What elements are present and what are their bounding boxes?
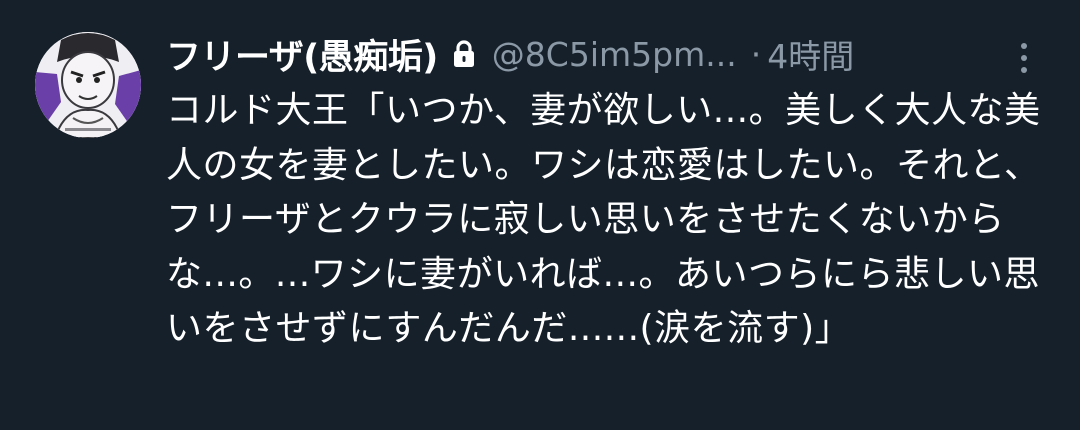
tweet[interactable]: フリーザ(愚痴垢) @8C5im5pm... · 4時間 コルド大王「いつか、妻… — [0, 0, 1080, 430]
more-vertical-icon[interactable] — [1014, 40, 1034, 76]
display-name[interactable]: フリーザ(愚痴垢) — [166, 29, 438, 80]
avatar[interactable] — [35, 32, 141, 138]
lock-icon — [452, 39, 476, 69]
user-handle[interactable]: @8C5im5pm... — [492, 35, 737, 74]
tweet-text: コルド大王「いつか、妻が欲しい...。美しく大人な美人の女を妻としたい。ワシは恋… — [166, 90, 1041, 350]
timestamp[interactable]: 4時間 — [767, 30, 854, 78]
tweet-header: フリーザ(愚痴垢) @8C5im5pm... · 4時間 — [166, 26, 1046, 82]
separator-dot: · — [750, 34, 762, 74]
